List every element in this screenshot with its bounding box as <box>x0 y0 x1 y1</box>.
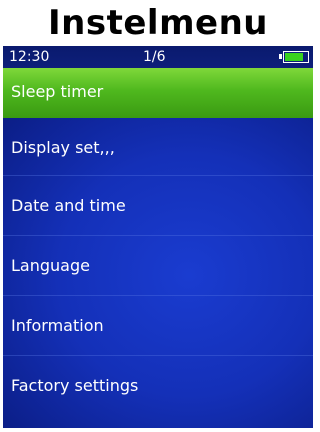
page-indicator: 1/6 <box>143 49 166 65</box>
settings-menu-list: Sleep timer Display set,,, Date and time… <box>3 68 313 416</box>
status-bar: 12:30 1/6 <box>3 46 313 68</box>
menu-item-label: Factory settings <box>11 376 139 395</box>
menu-item-label: Sleep timer <box>11 82 104 101</box>
page-title: Instelmenu <box>48 3 268 43</box>
menu-item-label: Information <box>11 316 104 335</box>
menu-item-factory-settings[interactable]: Factory settings <box>3 356 313 416</box>
battery-icon <box>279 51 309 63</box>
menu-item-sleep-timer[interactable]: Sleep timer <box>3 68 313 118</box>
status-time: 12:30 <box>9 49 50 65</box>
menu-item-label: Display set,,, <box>11 138 115 157</box>
menu-item-information[interactable]: Information <box>3 296 313 356</box>
menu-item-language[interactable]: Language <box>3 236 313 296</box>
battery-level-fill <box>285 53 304 61</box>
device-screen: 12:30 1/6 Sleep timer Display set,,, Dat… <box>3 46 313 428</box>
menu-item-label: Date and time <box>11 196 126 215</box>
menu-item-date-and-time[interactable]: Date and time <box>3 176 313 236</box>
menu-item-label: Language <box>11 256 90 275</box>
menu-item-display-settings[interactable]: Display set,,, <box>3 118 313 176</box>
